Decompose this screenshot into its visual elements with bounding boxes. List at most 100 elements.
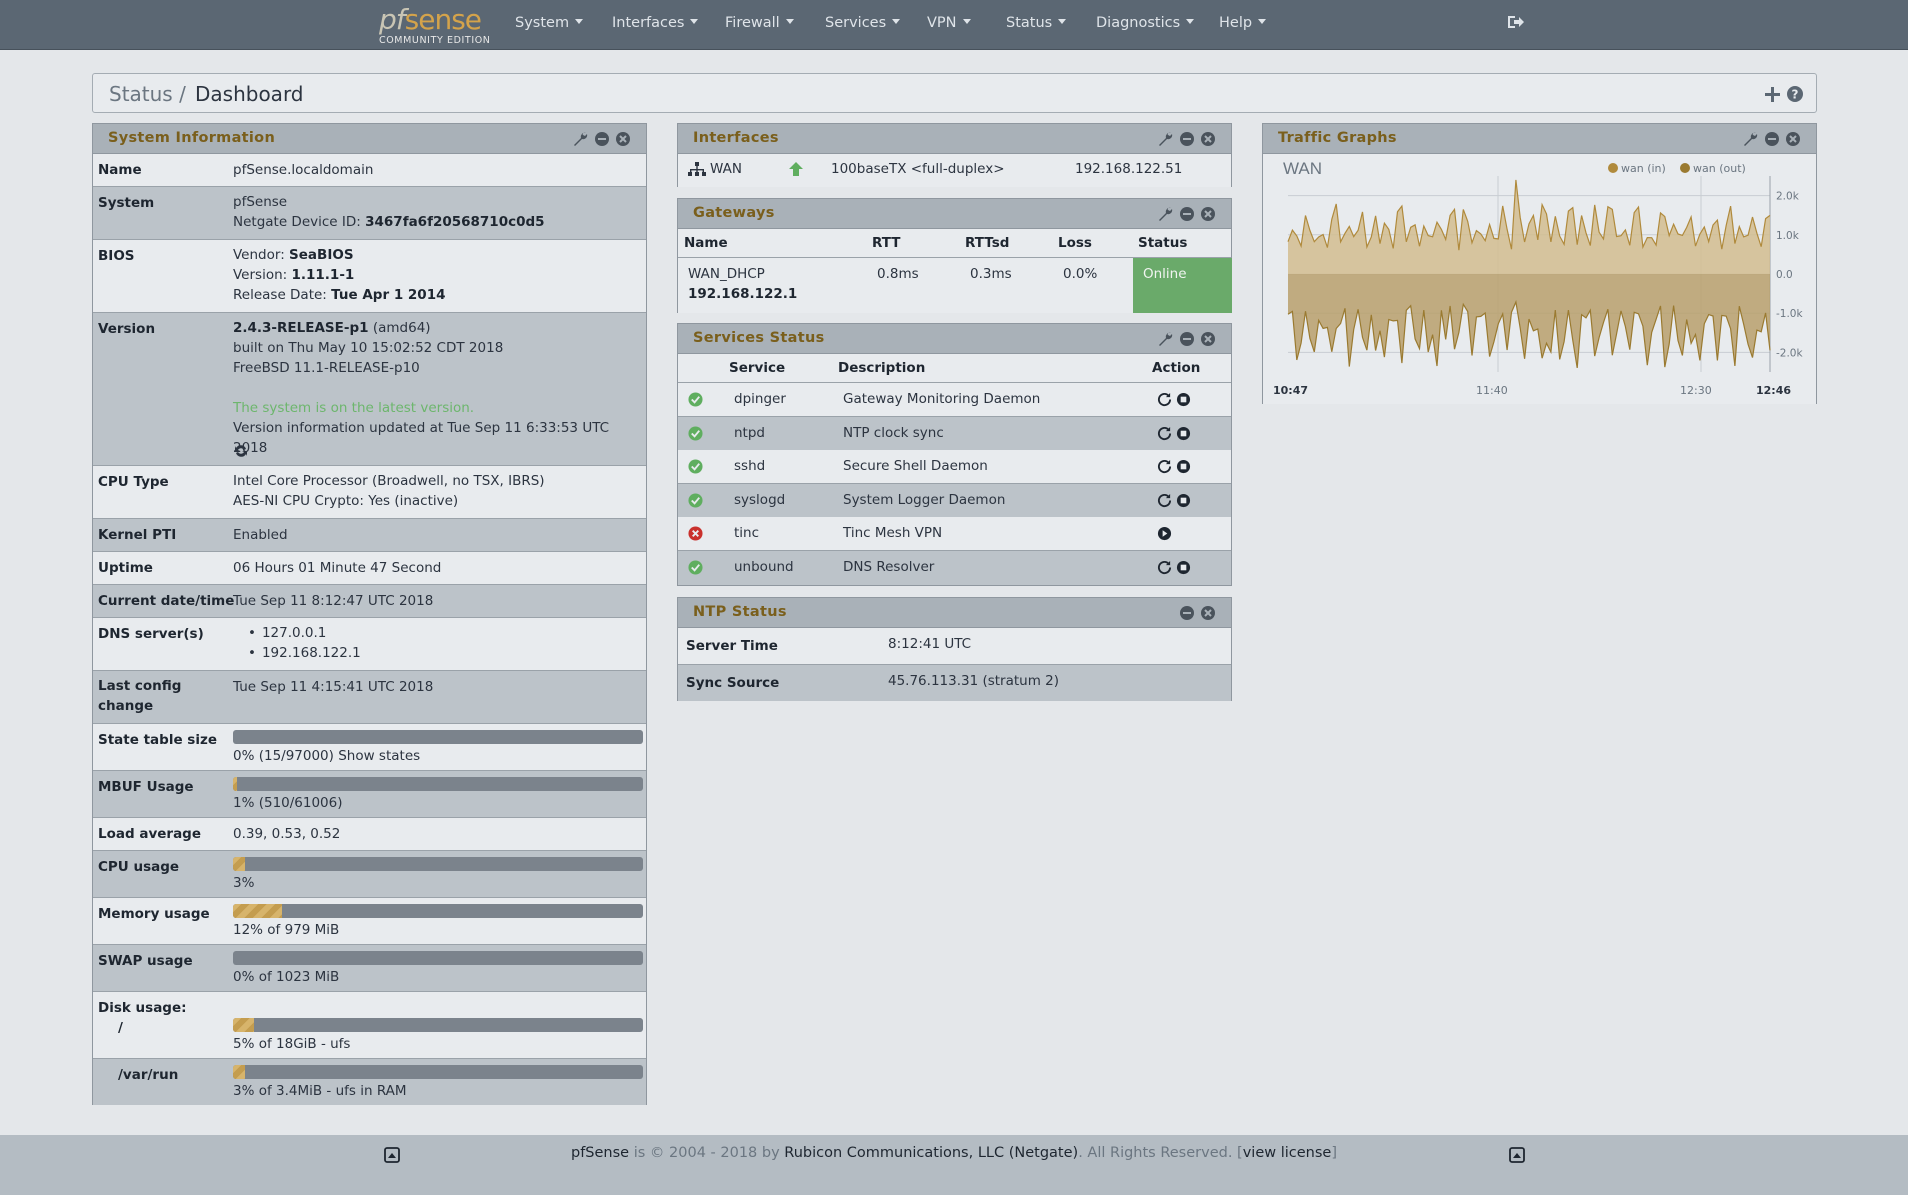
row-swap: SWAP usage 0% of 1023 MiB bbox=[93, 945, 646, 992]
row-disk-varrun: /var/run 3% of 3.4MiB - ufs in RAM bbox=[93, 1059, 646, 1105]
stop-service-icon[interactable] bbox=[1176, 426, 1191, 441]
scroll-top-icon[interactable] bbox=[1509, 1147, 1525, 1163]
wrench-icon[interactable] bbox=[1157, 331, 1173, 347]
service-row: dpinger Gateway Monitoring Daemon bbox=[678, 383, 1231, 417]
panel-title: Gateways bbox=[693, 205, 775, 221]
help-icon[interactable]: ? bbox=[1787, 86, 1803, 102]
breadcrumb-parent[interactable]: Status / bbox=[109, 82, 186, 106]
stop-service-icon[interactable] bbox=[1176, 459, 1191, 474]
view-license-link[interactable]: view license bbox=[1243, 1145, 1332, 1161]
legend-swatch bbox=[1608, 163, 1618, 173]
traffic-chart: WAN wan (in) wan (out) 2.0k 1.0k 0.0 -1.0k -2.0… bbox=[1263, 154, 1816, 404]
minimize-icon[interactable] bbox=[594, 131, 610, 147]
chart-title: WAN bbox=[1283, 159, 1322, 178]
row-disk-root: Disk usage: / 5% of 18GiB - ufs bbox=[93, 992, 646, 1059]
row-load-average: Load average 0.39, 0.53, 0.52 bbox=[93, 818, 646, 851]
panel-title: Traffic Graphs bbox=[1278, 130, 1397, 146]
footer-brand-link[interactable]: pfSense bbox=[571, 1145, 629, 1161]
menu-vpn[interactable]: VPN bbox=[927, 15, 971, 31]
logo-subtitle: COMMUNITY EDITION bbox=[379, 35, 491, 46]
close-icon[interactable] bbox=[1785, 131, 1801, 147]
gateways-panel: Gateways Name RTT RTTsd Loss Status WAN_… bbox=[677, 198, 1232, 313]
memory-bar bbox=[233, 904, 643, 918]
restart-service-icon[interactable] bbox=[1157, 426, 1172, 441]
footer-company-link[interactable]: Rubicon Communications, LLC (Netgate) bbox=[784, 1145, 1078, 1161]
row-last-config: Last config change Tue Sep 11 4:15:41 UT… bbox=[93, 671, 646, 724]
ntp-sync-source-row: Sync Source 45.76.113.31 (stratum 2) bbox=[678, 665, 1231, 701]
running-check-icon bbox=[688, 493, 703, 508]
logout-icon[interactable] bbox=[1506, 14, 1524, 30]
stop-service-icon[interactable] bbox=[1176, 392, 1191, 407]
link-up-arrow-icon bbox=[789, 162, 803, 176]
minimize-icon[interactable] bbox=[1764, 131, 1780, 147]
minimize-icon[interactable] bbox=[1179, 206, 1195, 222]
breadcrumb: Status / Dashboard ? bbox=[92, 73, 1817, 113]
service-row: syslogd System Logger Daemon bbox=[678, 483, 1231, 518]
disk-varrun-bar bbox=[233, 1065, 643, 1079]
running-check-icon bbox=[688, 459, 703, 474]
row-cpu-usage: CPU usage 3% bbox=[93, 851, 646, 898]
wrench-icon[interactable] bbox=[572, 131, 588, 147]
wrench-icon[interactable] bbox=[1157, 206, 1173, 222]
y-tick-label: 1.0k bbox=[1776, 230, 1800, 242]
minimize-icon[interactable] bbox=[1179, 605, 1195, 621]
dns-item: • 127.0.0.1 bbox=[248, 625, 327, 641]
running-check-icon bbox=[688, 560, 703, 575]
service-row: tinc Tinc Mesh VPN bbox=[678, 517, 1231, 552]
service-row: sshd Secure Shell Daemon bbox=[678, 450, 1231, 485]
close-icon[interactable] bbox=[1200, 206, 1216, 222]
menu-diagnostics[interactable]: Diagnostics bbox=[1096, 15, 1195, 31]
row-system: System pfSense Netgate Device ID: 3467fa… bbox=[93, 187, 646, 240]
services-status-panel: Services Status Service Description Acti… bbox=[677, 323, 1232, 586]
stop-service-icon[interactable] bbox=[1176, 560, 1191, 575]
refresh-icon[interactable] bbox=[233, 443, 249, 459]
minimize-icon[interactable] bbox=[1179, 331, 1195, 347]
mbuf-bar bbox=[233, 777, 643, 791]
logo-pf: pf bbox=[379, 3, 406, 36]
close-icon[interactable] bbox=[615, 131, 631, 147]
close-icon[interactable] bbox=[1200, 605, 1216, 621]
menu-services[interactable]: Services bbox=[825, 15, 901, 31]
menu-firewall[interactable]: Firewall bbox=[725, 15, 794, 31]
disk-root-bar bbox=[233, 1018, 643, 1032]
row-bios: BIOS Vendor: SeaBIOS Version: 1.11.1-1 R… bbox=[93, 240, 646, 313]
show-states-link[interactable]: Show states bbox=[338, 748, 420, 764]
y-tick-label: 2.0k bbox=[1776, 191, 1800, 203]
interfaces-panel: Interfaces WAN 100baseTX <full-duplex> 1… bbox=[677, 123, 1232, 187]
row-memory: Memory usage 12% of 979 MiB bbox=[93, 898, 646, 945]
interface-row-wan: WAN 100baseTX <full-duplex> 192.168.122.… bbox=[678, 154, 1231, 187]
menu-status[interactable]: Status bbox=[1006, 15, 1067, 31]
running-check-icon bbox=[688, 426, 703, 441]
svg-text:?: ? bbox=[1792, 88, 1799, 102]
gateways-header-row: Name RTT RTTsd Loss Status bbox=[678, 229, 1231, 258]
ntp-server-time-row: Server Time 8:12:41 UTC bbox=[678, 628, 1231, 665]
close-icon[interactable] bbox=[1200, 131, 1216, 147]
add-widget-icon[interactable] bbox=[1765, 87, 1780, 102]
interface-name[interactable]: WAN bbox=[710, 161, 742, 177]
panel-title: System Information bbox=[108, 130, 276, 146]
row-uptime: Uptime 06 Hours 01 Minute 47 Second bbox=[93, 552, 646, 585]
page-title: Dashboard bbox=[195, 82, 304, 106]
legend-swatch bbox=[1680, 163, 1690, 173]
stop-service-icon[interactable] bbox=[1176, 493, 1191, 508]
stopped-x-icon bbox=[688, 526, 703, 541]
menu-system[interactable]: System bbox=[515, 15, 584, 31]
menu-help[interactable]: Help bbox=[1219, 15, 1267, 31]
close-icon[interactable] bbox=[1200, 331, 1216, 347]
restart-service-icon[interactable] bbox=[1157, 560, 1172, 575]
restart-service-icon[interactable] bbox=[1157, 459, 1172, 474]
start-service-icon[interactable] bbox=[1157, 526, 1172, 541]
top-navbar: pfsense COMMUNITY EDITION System Interfa… bbox=[0, 0, 1908, 50]
row-name: Name pfSense.localdomain bbox=[93, 154, 646, 187]
minimize-icon[interactable] bbox=[1179, 131, 1195, 147]
menu-interfaces[interactable]: Interfaces bbox=[612, 15, 699, 31]
restart-service-icon[interactable] bbox=[1157, 392, 1172, 407]
y-tick-label: -2.0k bbox=[1776, 347, 1803, 359]
legend-label: wan (out) bbox=[1693, 162, 1746, 175]
row-mbuf: MBUF Usage 1% (510/61006) bbox=[93, 771, 646, 818]
running-check-icon bbox=[688, 392, 703, 407]
wrench-icon[interactable] bbox=[1157, 131, 1173, 147]
wrench-icon[interactable] bbox=[1742, 131, 1758, 147]
restart-service-icon[interactable] bbox=[1157, 493, 1172, 508]
pfsense-logo[interactable]: pfsense COMMUNITY EDITION bbox=[379, 3, 490, 47]
